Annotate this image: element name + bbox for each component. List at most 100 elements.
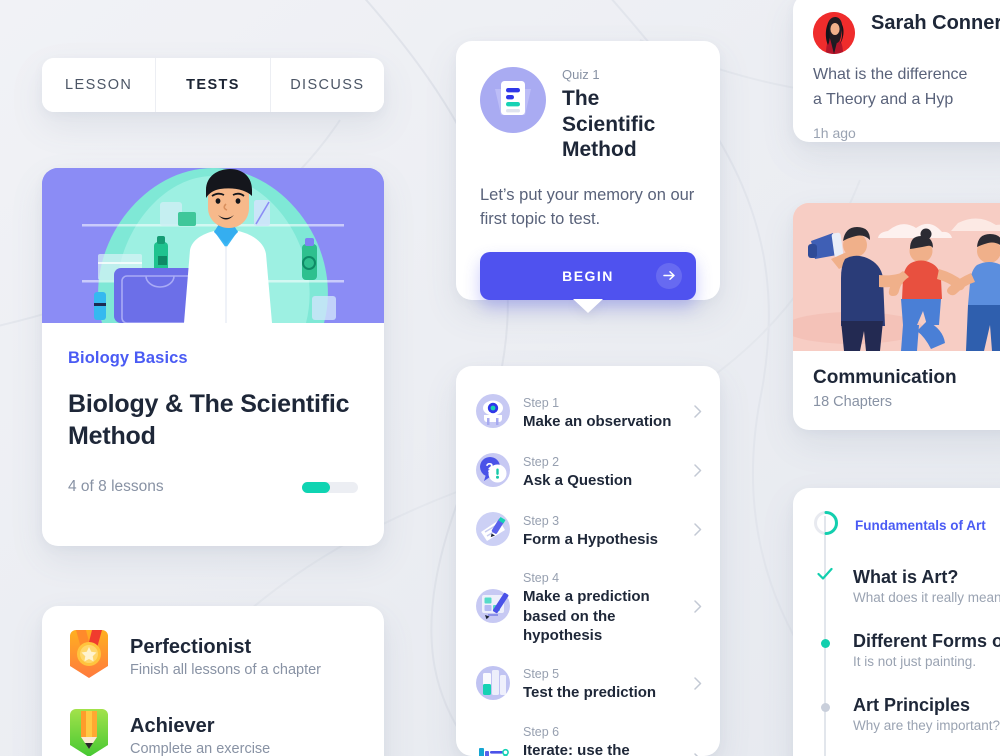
tab-discuss[interactable]: DISCUSS <box>270 58 384 112</box>
chevron-right-icon[interactable] <box>694 464 702 481</box>
timeline-item-title: Different Forms of <box>853 631 1000 651</box>
step-kicker: Step 1 <box>523 395 560 410</box>
quiz-header: Quiz 1 The Scientific Method <box>480 67 696 163</box>
comment-content: Sarah Conner <box>871 12 1000 35</box>
timeline-course-name[interactable]: Fundamentals of Art <box>855 518 986 533</box>
arrow-right-icon <box>656 262 682 289</box>
step-text: Step 4 Make a prediction based on the hy… <box>523 571 681 646</box>
filled-dot-icon <box>820 639 830 648</box>
quiz-heading-text: Quiz 1 The Scientific Method <box>562 67 696 163</box>
lesson-category[interactable]: Biology Basics <box>68 349 358 368</box>
comment-body-line-2: a Theory and a Hyp <box>813 90 954 108</box>
step-name: Make an observation <box>523 412 672 430</box>
checklist-icon <box>476 742 510 756</box>
quiz-number: Quiz 1 <box>562 67 600 82</box>
step-text: Step 6 Iterate: use the results to make … <box>523 725 681 756</box>
achievement-title: Perfectionist <box>130 635 252 658</box>
lesson-progress-fill <box>302 481 330 493</box>
course-chapter-count: 18 Chapters <box>813 394 892 410</box>
lesson-hero-illustration <box>42 168 384 323</box>
achievement-title: Achiever <box>130 714 215 737</box>
timeline-item[interactable]: What is Art? What does it really mean? <box>813 567 1000 605</box>
step-kicker: Step 5 <box>523 667 560 682</box>
eye-observe-icon <box>476 394 510 433</box>
step-row[interactable]: Step 5 Test the prediction <box>456 656 720 715</box>
step-name: Iterate: use the results to make new hyp… <box>523 741 630 756</box>
quiz-card: Quiz 1 The Scientific Method Let’s put y… <box>456 41 720 313</box>
tab-tests[interactable]: TESTS <box>156 58 271 112</box>
step-text: Step 3 Form a Hypothesis <box>523 514 681 550</box>
achievement-item[interactable]: Perfectionist Finish all lessons of a ch… <box>66 628 360 685</box>
step-text: Step 2 Ask a Question <box>523 455 681 491</box>
chevron-right-icon[interactable] <box>694 676 702 694</box>
step-text: Step 5 Test the prediction <box>523 667 681 703</box>
tab-lesson-label: LESSON <box>65 77 133 93</box>
achievements-card: Perfectionist Finish all lessons of a ch… <box>42 606 384 756</box>
tab-bar: LESSON TESTS DISCUSS <box>42 58 384 112</box>
timeline-item-title: What is Art? <box>853 567 959 587</box>
step-row[interactable]: Step 4 Make a prediction based on the hy… <box>456 561 720 656</box>
step-kicker: Step 3 <box>523 513 560 528</box>
step-name: Make a prediction based on the hypothesi… <box>523 588 650 644</box>
tab-tests-label: TESTS <box>186 77 240 93</box>
timeline-card: Fundamentals of Art What is Art? What do… <box>793 488 1000 756</box>
timeline-item-subtitle: What does it really mean? <box>853 590 1000 605</box>
test-tube-icon <box>476 665 510 705</box>
timeline-item[interactable]: Different Forms of It is not just painti… <box>813 631 1000 669</box>
chevron-right-icon[interactable] <box>694 523 702 540</box>
step-row[interactable]: ? Step 2 Ask a Question <box>456 443 720 502</box>
progress-ring-marker <box>813 510 839 541</box>
course-card[interactable]: Communication 18 Chapters <box>793 203 1000 430</box>
tab-discuss-label: DISCUSS <box>290 77 365 93</box>
begin-button-label: BEGIN <box>562 267 614 284</box>
timeline-marker <box>813 567 837 605</box>
avatar[interactable] <box>813 12 855 54</box>
lesson-progress-bar <box>302 481 358 493</box>
step-name: Test the prediction <box>523 684 657 702</box>
achievement-item[interactable]: Achiever Complete an exercise <box>66 707 360 756</box>
chevron-right-icon[interactable] <box>694 405 702 422</box>
timeline-item[interactable]: Art Principles Why are they important? <box>813 695 1000 733</box>
comment-card[interactable]: Sarah Conner What is the difference a Th… <box>793 0 1000 142</box>
achievement-subtitle: Complete an exercise <box>130 740 271 756</box>
medal-badge-icon <box>66 628 112 685</box>
question-mark-icon: ? <box>476 453 510 492</box>
chevron-right-icon[interactable] <box>694 600 702 617</box>
timeline-item-text: What is Art? What does it really mean? <box>853 567 1000 605</box>
comment-author: Sarah Conner <box>871 12 1000 34</box>
timeline-item-subtitle: Why are they important? <box>853 718 1000 733</box>
course-card-body: Communication 18 Chapters <box>793 351 1000 426</box>
timeline-marker <box>813 695 837 733</box>
timeline-marker <box>813 631 837 669</box>
partial-progress-ring-icon <box>813 510 839 541</box>
pencil-board-icon <box>476 588 510 628</box>
comment-body-line-1: What is the difference <box>813 66 968 83</box>
step-text: Step 1 Make an observation <box>523 396 681 432</box>
check-icon <box>817 567 833 605</box>
pencil-badge-icon <box>66 707 112 756</box>
begin-button[interactable]: BEGIN <box>480 251 696 300</box>
tooltip-pointer <box>573 299 603 313</box>
timeline-item-subtitle: It is not just painting. <box>853 654 977 669</box>
step-kicker: Step 6 <box>523 724 560 739</box>
achievement-subtitle: Finish all lessons of a chapter <box>130 661 322 678</box>
step-kicker: Step 4 <box>523 571 560 585</box>
step-name: Form a Hypothesis <box>523 530 659 548</box>
step-row[interactable]: Step 6 Iterate: use the results to make … <box>456 715 720 756</box>
tab-lesson[interactable]: LESSON <box>42 58 157 112</box>
comment-timestamp: 1h ago <box>813 125 856 142</box>
step-row[interactable]: Step 1 Make an observation <box>456 384 720 443</box>
step-kicker: Step 2 <box>523 454 560 469</box>
course-title: Communication <box>813 367 957 388</box>
lesson-progress-row: 4 of 8 lessons <box>68 478 358 496</box>
timeline-item-title: Art Principles <box>853 695 971 715</box>
lesson-card[interactable]: Biology Basics Biology & The Scientific … <box>42 168 384 546</box>
quiz-title: The Scientific Method <box>562 87 656 162</box>
steps-card: Step 1 Make an observation ? Step 2 Ask … <box>456 366 720 756</box>
step-name: Ask a Question <box>523 471 633 489</box>
step-row[interactable]: Step 3 Form a Hypothesis <box>456 502 720 561</box>
timeline-header: Fundamentals of Art <box>813 510 1000 541</box>
comment-row: Sarah Conner <box>813 12 1000 54</box>
achievement-text: Perfectionist Finish all lessons of a ch… <box>130 636 321 678</box>
course-hero-illustration <box>793 203 1000 351</box>
